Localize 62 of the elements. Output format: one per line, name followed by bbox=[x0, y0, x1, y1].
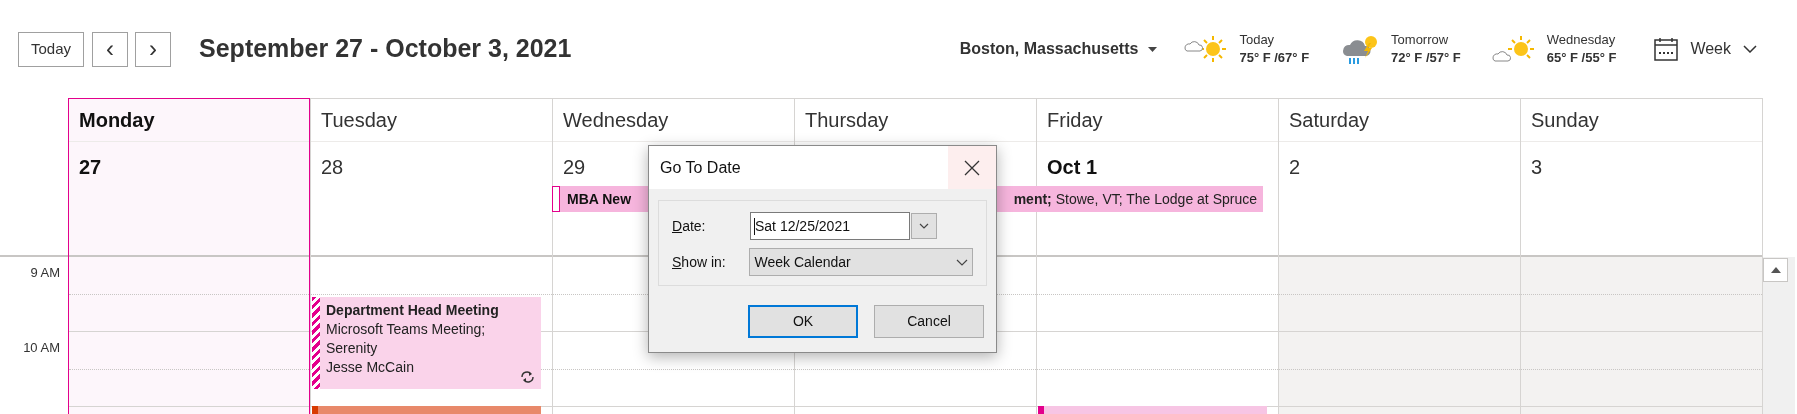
day-column[interactable]: Tuesday 28 Department Head Meeting Microsoft Teams Meeting; Serenity Jesse McCain bbox=[310, 98, 552, 414]
location-dropdown[interactable]: Boston, Massachusetts bbox=[959, 37, 1158, 61]
caret-up-icon bbox=[1770, 267, 1781, 273]
field-label: Date: bbox=[672, 216, 707, 236]
day-date[interactable]: 28 bbox=[321, 156, 344, 178]
day-date[interactable]: 3 bbox=[1531, 156, 1543, 178]
shaded-time-slot[interactable] bbox=[1521, 294, 1762, 332]
dialog-title: Go To Date bbox=[660, 157, 741, 178]
dialog-button[interactable]: OK bbox=[748, 305, 858, 338]
date-dropdown-button[interactable] bbox=[911, 213, 937, 239]
event-card[interactable]: Department Head Meeting Microsoft Teams Meeting; Serenity Jesse McCain bbox=[312, 297, 541, 389]
field-label: Show in: bbox=[672, 252, 727, 272]
shaded-time-slot[interactable] bbox=[1279, 294, 1520, 332]
calendar-icon bbox=[1654, 37, 1679, 61]
forecast-temperature: 75° F /67° F bbox=[1239, 49, 1310, 67]
shaded-time-slot[interactable] bbox=[1279, 369, 1520, 407]
previous-button[interactable]: ‹ bbox=[92, 31, 129, 67]
close-button[interactable] bbox=[948, 146, 996, 189]
day-column[interactable]: Monday 27 bbox=[68, 98, 310, 414]
date-field[interactable]: Sat 12/25/2021 bbox=[750, 212, 910, 240]
scrollbar-track[interactable] bbox=[1763, 257, 1795, 414]
day-date[interactable]: 29 bbox=[563, 156, 586, 178]
shaded-time-slot[interactable] bbox=[1279, 332, 1520, 370]
day-date[interactable]: Oct 1 bbox=[1047, 156, 1098, 178]
day-name[interactable]: Tuesday bbox=[321, 105, 397, 135]
time-label: 10 AM bbox=[23, 339, 60, 357]
day-name[interactable]: Sunday bbox=[1531, 105, 1599, 135]
scroll-up-button[interactable] bbox=[1763, 258, 1788, 282]
busy-indicator bbox=[552, 186, 560, 212]
chevron-down-icon bbox=[1743, 45, 1757, 53]
dialog-button[interactable]: Cancel bbox=[874, 305, 984, 338]
event-location: Microsoft Teams Meeting; Serenity bbox=[326, 320, 487, 358]
day-name[interactable]: Wednesday bbox=[563, 105, 669, 135]
forecast-day: Tomorrow bbox=[1391, 31, 1461, 49]
forecast-temperature: 72° F /57° F bbox=[1391, 49, 1461, 67]
day-date[interactable]: 2 bbox=[1289, 156, 1301, 178]
view-dropdown[interactable]: Week bbox=[1654, 37, 1757, 61]
day-name[interactable]: Friday bbox=[1047, 105, 1103, 135]
event-organizer: Jesse McCain bbox=[326, 358, 415, 377]
day-column[interactable]: Sunday 3 bbox=[1520, 98, 1762, 414]
close-icon bbox=[964, 159, 980, 176]
shaded-time-slot[interactable] bbox=[1521, 369, 1762, 407]
shaded-time-slot[interactable] bbox=[1521, 332, 1762, 370]
chevron-down-icon bbox=[919, 223, 929, 229]
time-label: 9 AM bbox=[30, 264, 60, 282]
forecast-temperature: 65° F /55° F bbox=[1546, 49, 1617, 67]
day-column[interactable]: Saturday 2 bbox=[1278, 98, 1520, 414]
day-name[interactable]: Saturday bbox=[1289, 105, 1370, 135]
date-range-title: September 27 - October 3, 2021 bbox=[199, 33, 572, 65]
chevron-down-icon bbox=[956, 258, 968, 266]
day-name[interactable]: Thursday bbox=[805, 105, 889, 135]
forecast-day: Today bbox=[1239, 31, 1310, 49]
next-button[interactable]: › bbox=[135, 31, 172, 67]
event-title: MBA New bbox=[567, 189, 632, 209]
show-in-dropdown[interactable]: Week Calendar bbox=[749, 248, 973, 276]
today-button[interactable]: Today bbox=[18, 31, 85, 67]
forecast-day: Wednesday bbox=[1546, 31, 1617, 49]
shaded-time-slot[interactable] bbox=[1279, 257, 1520, 295]
caret-icon bbox=[1148, 46, 1158, 52]
event-title: Department Head Meeting bbox=[326, 301, 500, 320]
day-name[interactable]: Monday bbox=[79, 105, 155, 135]
day-date[interactable]: 27 bbox=[79, 156, 102, 178]
